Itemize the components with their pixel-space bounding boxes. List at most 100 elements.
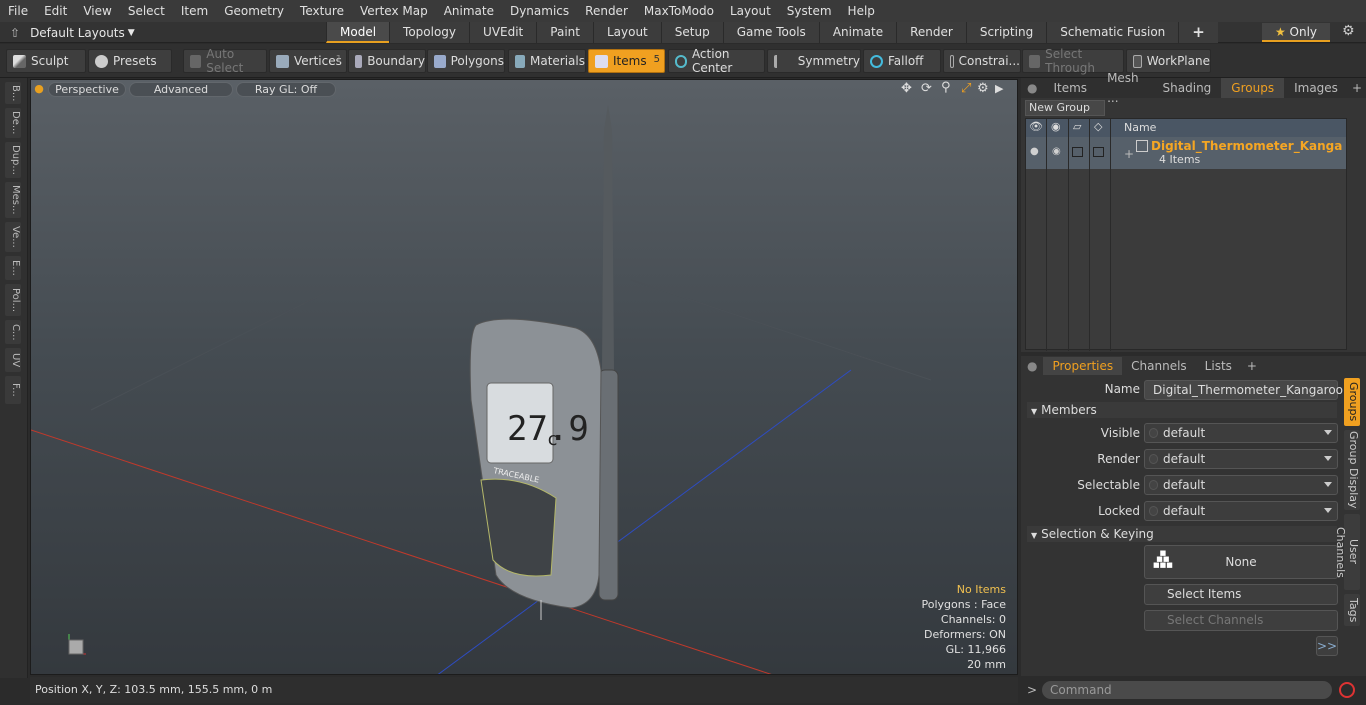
tab-setup[interactable]: Setup — [660, 22, 723, 43]
left-tab-9[interactable]: UV — [5, 348, 21, 372]
eye-icon[interactable]: 👁 — [1029, 120, 1043, 133]
tab-lists[interactable]: Lists — [1196, 357, 1241, 375]
group-row[interactable]: ● ◉ + Digital_Thermometer_Kangaroo... 4 … — [1026, 137, 1346, 169]
menu-animate[interactable]: Animate — [436, 0, 502, 22]
name-field[interactable]: Digital_Thermometer_Kangaroo (3) — [1144, 380, 1343, 415]
select-channels-button[interactable]: Select Channels — [1144, 610, 1338, 631]
expand-plus-icon[interactable]: + — [1124, 147, 1134, 161]
menu-texture[interactable]: Texture — [292, 0, 352, 22]
items-button[interactable]: Items 5 — [588, 49, 665, 73]
zoom-view-icon[interactable]: ⚲ — [941, 80, 951, 95]
lock-icon[interactable]: ▱ — [1073, 120, 1081, 133]
name-column-header[interactable]: Name — [1124, 121, 1156, 134]
menu-dynamics[interactable]: Dynamics — [502, 0, 577, 22]
left-tab-6[interactable]: E... — [5, 256, 21, 280]
materials-button[interactable]: Materials — [508, 49, 586, 73]
row-lock-box[interactable] — [1072, 147, 1083, 157]
add-panel-tab-button[interactable]: + — [1348, 81, 1366, 95]
menu-render[interactable]: Render — [577, 0, 636, 22]
only-toggle[interactable]: ★ Only — [1262, 23, 1330, 42]
side-tab-group-display[interactable]: Group Display — [1344, 430, 1360, 510]
menu-vertex-map[interactable]: Vertex Map — [352, 0, 436, 22]
left-tab-2[interactable]: De... — [5, 108, 21, 138]
tab-images[interactable]: Images — [1284, 78, 1348, 98]
menu-file[interactable]: File — [0, 0, 36, 22]
rotate-view-icon[interactable]: ⟳ — [921, 81, 932, 96]
left-tab-8[interactable]: C... — [5, 320, 21, 344]
raygl-button[interactable]: Ray GL: Off — [236, 82, 336, 97]
left-tab-10[interactable]: F... — [5, 376, 21, 404]
more-button[interactable]: >> — [1316, 636, 1338, 656]
tab-model[interactable]: Model — [326, 22, 390, 43]
tab-uvedit[interactable]: UVEdit — [469, 22, 537, 43]
polygons-button[interactable]: Polygons — [427, 49, 505, 73]
layout-expand-icon[interactable]: ⇧ — [10, 26, 20, 40]
row-select-box[interactable] — [1093, 147, 1104, 157]
menu-edit[interactable]: Edit — [36, 0, 75, 22]
view-settings-gear-icon[interactable]: ⚙ — [977, 81, 989, 96]
left-tab-1[interactable]: B... — [5, 82, 21, 104]
constraints-button[interactable]: Constrai... — [943, 49, 1021, 73]
menu-help[interactable]: Help — [840, 0, 883, 22]
menu-view[interactable]: View — [75, 0, 119, 22]
select-items-button[interactable]: Select Items — [1144, 584, 1338, 605]
tab-topology[interactable]: Topology — [389, 22, 470, 43]
visible-select[interactable]: default — [1144, 423, 1338, 443]
boundary-button[interactable]: Boundary — [348, 49, 426, 73]
menu-geometry[interactable]: Geometry — [216, 0, 292, 22]
advanced-button[interactable]: Advanced — [129, 82, 233, 97]
selectable-select[interactable]: default — [1144, 475, 1338, 495]
record-icon[interactable] — [1339, 682, 1355, 698]
menu-layout[interactable]: Layout — [722, 0, 779, 22]
selectable-icon[interactable]: ◇ — [1094, 120, 1102, 133]
locked-select[interactable]: default — [1144, 501, 1338, 521]
tab-render[interactable]: Render — [896, 22, 966, 43]
tab-properties[interactable]: Properties — [1043, 357, 1123, 375]
menu-system[interactable]: System — [779, 0, 840, 22]
add-props-tab-button[interactable]: + — [1241, 359, 1263, 373]
left-tab-7[interactable]: Pol... — [5, 284, 21, 316]
tab-game-tools[interactable]: Game Tools — [722, 22, 819, 43]
render-icon[interactable]: ◉ — [1051, 120, 1061, 133]
new-group-button[interactable]: New Group — [1025, 100, 1105, 116]
tab-mesh[interactable]: Mesh ... — [1097, 68, 1152, 108]
viewport-arrow-icon[interactable]: ▶ — [995, 82, 1003, 95]
command-input[interactable]: Command — [1042, 681, 1332, 699]
3d-viewport[interactable]: 27.9 c TRACEABLE ● Perspective Advanced … — [30, 79, 1018, 675]
tab-shading[interactable]: Shading — [1153, 78, 1222, 98]
left-tab-5[interactable]: Ve... — [5, 222, 21, 252]
vertices-button[interactable]: Vertices 1 — [269, 49, 347, 73]
side-tab-groups[interactable]: Groups — [1344, 378, 1360, 426]
side-tab-tags[interactable]: Tags — [1344, 594, 1360, 626]
settings-gear-icon[interactable]: ⚙ — [1342, 23, 1355, 39]
render-select[interactable]: default — [1144, 449, 1338, 469]
add-tab-button[interactable]: + — [1178, 22, 1218, 43]
fit-view-icon[interactable]: ⤢ — [961, 81, 971, 96]
tab-groups[interactable]: Groups — [1221, 78, 1285, 98]
tab-scripting[interactable]: Scripting — [965, 22, 1047, 43]
row-render-icon[interactable]: ◉ — [1052, 146, 1061, 157]
perspective-button[interactable]: Perspective — [48, 82, 126, 97]
tab-layout[interactable]: Layout — [592, 22, 661, 43]
tab-channels[interactable]: Channels — [1122, 357, 1196, 375]
auto-select-button[interactable]: Auto Select — [183, 47, 267, 75]
move-view-icon[interactable]: ✥ — [901, 81, 912, 96]
symmetry-button[interactable]: Symmetry — [767, 49, 861, 73]
members-section[interactable]: ▼ Members — [1027, 402, 1337, 418]
tab-paint[interactable]: Paint — [536, 22, 593, 43]
menu-maxtomodo[interactable]: MaxToModo — [636, 0, 722, 22]
presets-button[interactable]: Presets — [88, 49, 172, 73]
tab-items[interactable]: Items — [1043, 78, 1097, 98]
left-tab-3[interactable]: Dup... — [5, 142, 21, 178]
action-center-button[interactable]: Action Center — [668, 47, 765, 75]
tab-animate[interactable]: Animate — [818, 22, 897, 43]
selection-keying-section[interactable]: ▼ Selection & Keying — [1027, 526, 1337, 542]
left-tab-4[interactable]: Mes... — [5, 182, 21, 218]
sculpt-button[interactable]: Sculpt — [6, 49, 86, 73]
keying-none-button[interactable]: ■ ■■ ■■■ None — [1144, 545, 1338, 579]
viewport-orange-dot[interactable]: ● — [34, 82, 44, 97]
row-eye-icon[interactable]: ● — [1030, 146, 1039, 157]
layout-selector[interactable]: ⇧ Default Layouts ▼ — [0, 22, 160, 43]
tab-schematic-fusion[interactable]: Schematic Fusion — [1046, 22, 1179, 43]
menu-item[interactable]: Item — [173, 0, 216, 22]
